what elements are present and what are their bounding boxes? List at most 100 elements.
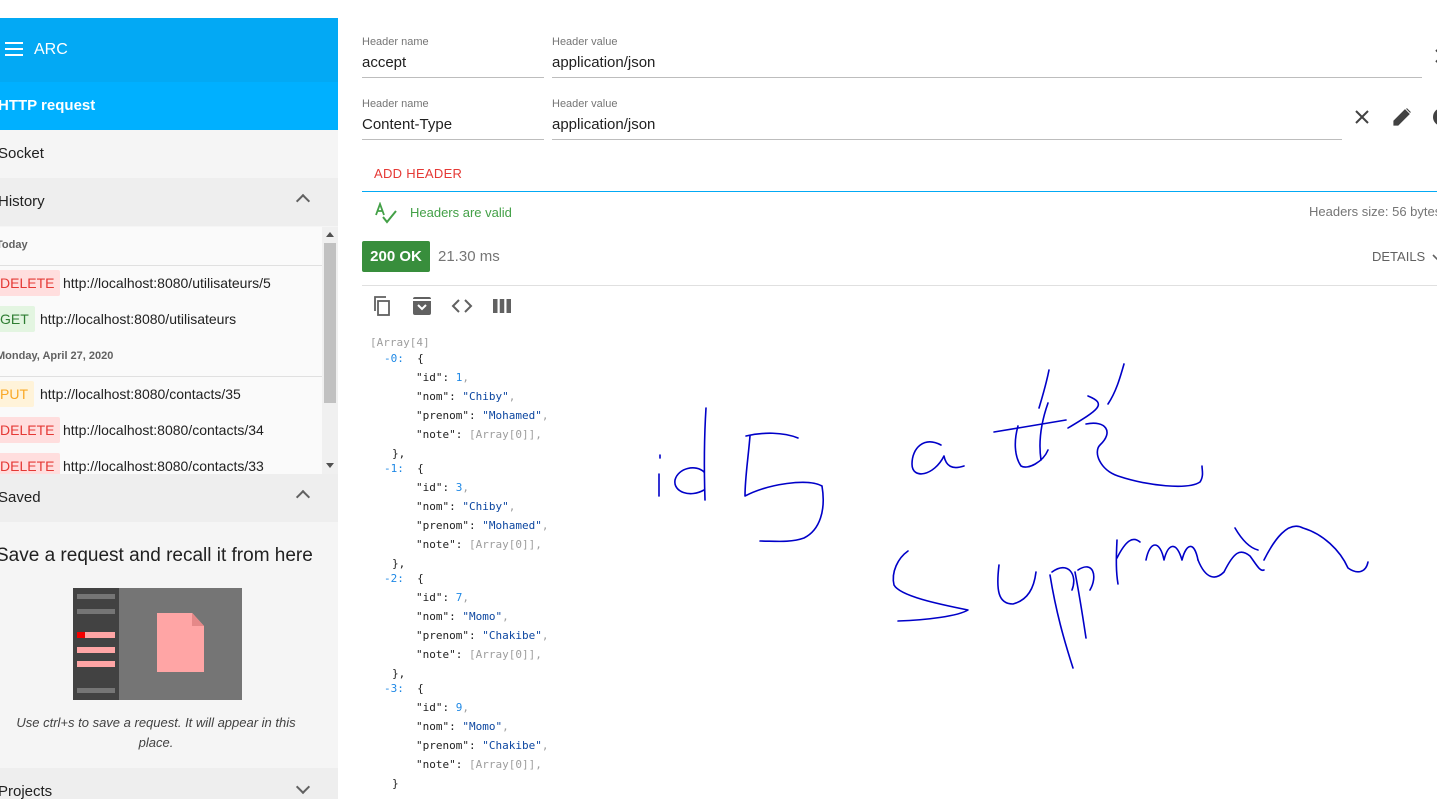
chevron-up-icon[interactable]	[295, 193, 311, 209]
chevron-down-icon[interactable]	[295, 779, 311, 795]
projects-section-header[interactable]: Projects	[0, 768, 338, 799]
json-key: "nom"	[416, 500, 450, 513]
nav-item-socket[interactable]: Socket	[0, 130, 338, 178]
json-key: "nom"	[416, 390, 450, 403]
columns-icon[interactable]	[490, 294, 514, 318]
json-value: "Chiby"	[462, 500, 509, 513]
edit-icon[interactable]	[1390, 105, 1414, 129]
json-array-index[interactable]: -2: {	[384, 569, 424, 588]
history-item[interactable]: DELETE http://localhost:8080/contacts/34	[0, 417, 322, 445]
close-icon[interactable]	[1430, 44, 1437, 68]
json-key: "prenom"	[416, 629, 469, 642]
history-item[interactable]: GET http://localhost:8080/utilisateurs	[0, 306, 322, 334]
info-icon[interactable]	[1430, 105, 1437, 129]
json-key: "id"	[416, 371, 443, 384]
json-array-index[interactable]: -3: {	[384, 679, 424, 698]
json-value: "Chiby"	[462, 390, 509, 403]
scroll-up-icon[interactable]	[326, 232, 334, 237]
app-header: ARC	[0, 18, 338, 82]
request-panel: Header name accept Header value applicat…	[338, 0, 1437, 799]
json-field: "id": 3,	[416, 481, 469, 494]
illustration-marker	[77, 632, 85, 638]
sidebar-top-gap	[0, 0, 338, 18]
header-name-field[interactable]: Header name accept	[362, 36, 544, 78]
illustration-sidebar	[73, 588, 119, 700]
json-array-index[interactable]: -0: {	[384, 349, 424, 368]
json-array-index[interactable]: -1: {	[384, 459, 424, 478]
history-item[interactable]: DELETE http://localhost:8080/utilisateur…	[0, 270, 322, 298]
status-badge: 200 OK	[362, 241, 430, 272]
response-divider	[362, 285, 1437, 286]
json-field: "nom": "Chiby",	[416, 390, 516, 403]
history-item[interactable]: DELETE http://localhost:8080/contacts/33	[0, 453, 322, 475]
history-url: http://localhost:8080/utilisateurs/5	[63, 275, 271, 291]
scroll-down-icon[interactable]	[326, 463, 334, 468]
history-url: http://localhost:8080/contacts/33	[63, 458, 264, 474]
saved-empty-hint: Use ctrl+s to save a request. It will ap…	[16, 715, 296, 750]
nav-item-http-request[interactable]: HTTP request	[0, 82, 338, 130]
chevron-up-icon[interactable]	[295, 489, 311, 505]
json-value: [Array[0]]	[469, 648, 536, 661]
json-field: "prenom": "Mohamed",	[416, 519, 549, 532]
field-underline	[552, 77, 1422, 78]
json-key: "note"	[416, 648, 456, 661]
copy-icon[interactable]	[370, 294, 394, 318]
json-index: -0:	[384, 352, 404, 365]
header-name-field[interactable]: Header name Content-Type	[362, 98, 544, 140]
json-field: "prenom": "Chakibe",	[416, 739, 549, 752]
header-name-value: Content-Type	[362, 116, 453, 133]
json-value: "Momo"	[462, 610, 503, 623]
history-list: Today DELETE http://localhost:8080/utili…	[0, 227, 322, 475]
json-key: "note"	[416, 428, 456, 441]
app-title: ARC	[34, 41, 68, 58]
saved-section-header[interactable]: Saved	[0, 474, 338, 522]
details-button[interactable]: DETAILS	[1372, 249, 1437, 264]
json-key: "prenom"	[416, 519, 469, 532]
close-icon[interactable]	[1350, 105, 1374, 129]
illustration-line	[77, 688, 115, 693]
scroll-thumb[interactable]	[324, 243, 336, 403]
headers-size-text: Headers size: 56 bytes	[1309, 204, 1437, 219]
json-index: -1:	[384, 462, 404, 475]
saved-title: Saved	[0, 489, 41, 506]
code-icon[interactable]	[450, 294, 474, 318]
saved-empty-illustration	[73, 588, 242, 700]
header-value-field[interactable]: Header value application/json	[552, 98, 1342, 140]
history-date-label: Today	[0, 239, 28, 251]
history-scrollbar[interactable]	[322, 227, 338, 475]
json-value: "Chakibe"	[482, 629, 542, 642]
history-url: http://localhost:8080/contacts/34	[63, 422, 264, 438]
header-value-field[interactable]: Header value application/json	[552, 36, 1422, 78]
method-badge: DELETE	[0, 417, 61, 443]
json-value: "Mohamed"	[482, 519, 542, 532]
spellcheck-icon	[375, 202, 397, 224]
history-url: http://localhost:8080/utilisateurs	[40, 311, 237, 327]
json-field: "note": [Array[0]],	[416, 648, 542, 661]
add-header-button[interactable]: ADD HEADER	[374, 166, 462, 181]
illustration-line	[77, 609, 115, 614]
divider	[0, 265, 322, 266]
json-close-brace: }	[392, 777, 399, 790]
header-value-label: Header value	[552, 98, 618, 110]
json-key: "prenom"	[416, 409, 469, 422]
sidebar: ARC HTTP request Socket History Today DE…	[0, 0, 338, 799]
json-key: "prenom"	[416, 739, 469, 752]
history-date-label: Monday, April 27, 2020	[0, 350, 114, 362]
save-file-icon[interactable]	[410, 294, 434, 318]
response-time: 21.30 ms	[438, 248, 500, 265]
json-field: "nom": "Chiby",	[416, 500, 516, 513]
header-value-label: Header value	[552, 36, 618, 48]
menu-icon[interactable]	[5, 42, 23, 56]
json-index: -3:	[384, 682, 404, 695]
json-key: "nom"	[416, 610, 450, 623]
illustration-line	[77, 594, 115, 599]
history-item[interactable]: PUT http://localhost:8080/contacts/35	[0, 381, 322, 409]
json-value: [Array[0]]	[469, 758, 536, 771]
history-title: History	[0, 193, 45, 210]
history-section-header[interactable]: History	[0, 178, 338, 226]
json-field: "id": 1,	[416, 371, 469, 384]
json-value: "Mohamed"	[482, 409, 542, 422]
json-value: "Chakibe"	[482, 739, 542, 752]
field-underline	[362, 77, 544, 78]
json-key: "id"	[416, 591, 443, 604]
